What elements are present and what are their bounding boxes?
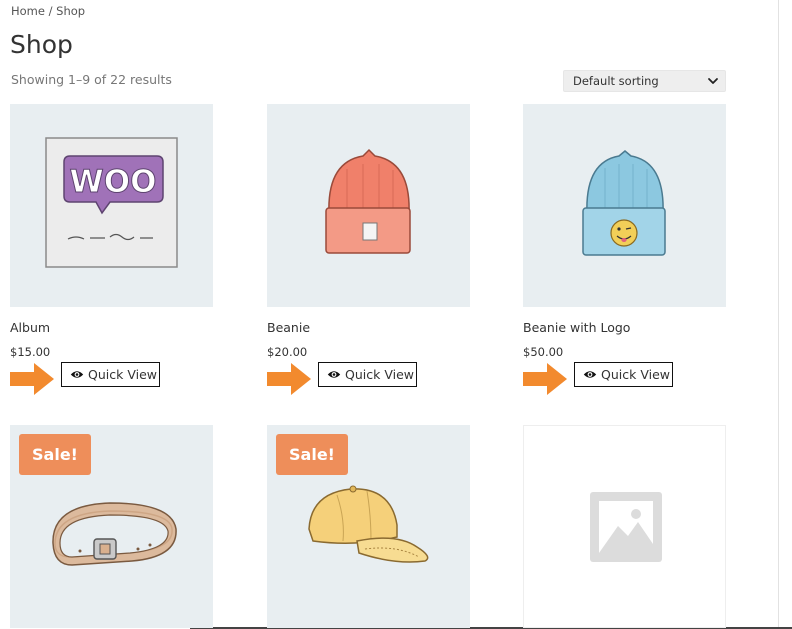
product-image-beanie[interactable] bbox=[267, 104, 470, 307]
album-image: WOO bbox=[45, 137, 178, 268]
svg-text:WOO: WOO bbox=[70, 164, 157, 200]
sorting-select[interactable]: Default sorting bbox=[563, 70, 726, 92]
page-title: Shop bbox=[10, 30, 73, 59]
breadcrumb-separator: / bbox=[48, 4, 53, 18]
product-image-placeholder[interactable] bbox=[523, 425, 726, 628]
arrow-right-icon bbox=[267, 363, 311, 395]
eye-icon bbox=[583, 371, 597, 378]
arrow-right-icon bbox=[523, 363, 567, 395]
product-price: $50.00 bbox=[523, 345, 564, 359]
placeholder-image-icon bbox=[590, 492, 662, 562]
content-border bbox=[778, 0, 779, 629]
breadcrumb: Home / Shop bbox=[11, 4, 85, 18]
product-image-belt[interactable]: Sale! bbox=[10, 425, 213, 628]
quick-view-button[interactable]: Quick View bbox=[318, 362, 417, 387]
product-name[interactable]: Beanie bbox=[267, 320, 310, 335]
eye-icon bbox=[70, 371, 84, 378]
sale-badge: Sale! bbox=[276, 434, 348, 475]
quick-view-label: Quick View bbox=[601, 367, 670, 382]
breadcrumb-home-link[interactable]: Home bbox=[11, 4, 45, 18]
breadcrumb-current: Shop bbox=[56, 4, 86, 18]
product-image-beanie-with-logo[interactable] bbox=[523, 104, 726, 307]
sale-badge: Sale! bbox=[19, 434, 91, 475]
shop-page: Home / Shop Shop Showing 1–9 of 22 resul… bbox=[0, 0, 792, 629]
quick-view-label: Quick View bbox=[88, 367, 157, 382]
sorting-selected-value: Default sorting bbox=[573, 74, 659, 88]
quick-view-button[interactable]: Quick View bbox=[61, 362, 160, 387]
product-price: $20.00 bbox=[267, 345, 308, 359]
eye-icon bbox=[327, 371, 341, 378]
product-name[interactable]: Beanie with Logo bbox=[523, 320, 630, 335]
beanie-image bbox=[325, 148, 411, 254]
quick-view-label: Quick View bbox=[345, 367, 414, 382]
result-count: Showing 1–9 of 22 results bbox=[11, 72, 172, 87]
arrow-right-icon bbox=[10, 363, 54, 395]
product-name[interactable]: Album bbox=[10, 320, 50, 335]
product-price: $15.00 bbox=[10, 345, 51, 359]
chevron-down-icon bbox=[708, 78, 718, 84]
product-image-cap[interactable]: Sale! bbox=[267, 425, 470, 628]
quick-view-button[interactable]: Quick View bbox=[574, 362, 673, 387]
beanie-with-logo-image bbox=[582, 150, 666, 256]
product-image-album[interactable]: WOO bbox=[10, 104, 213, 307]
